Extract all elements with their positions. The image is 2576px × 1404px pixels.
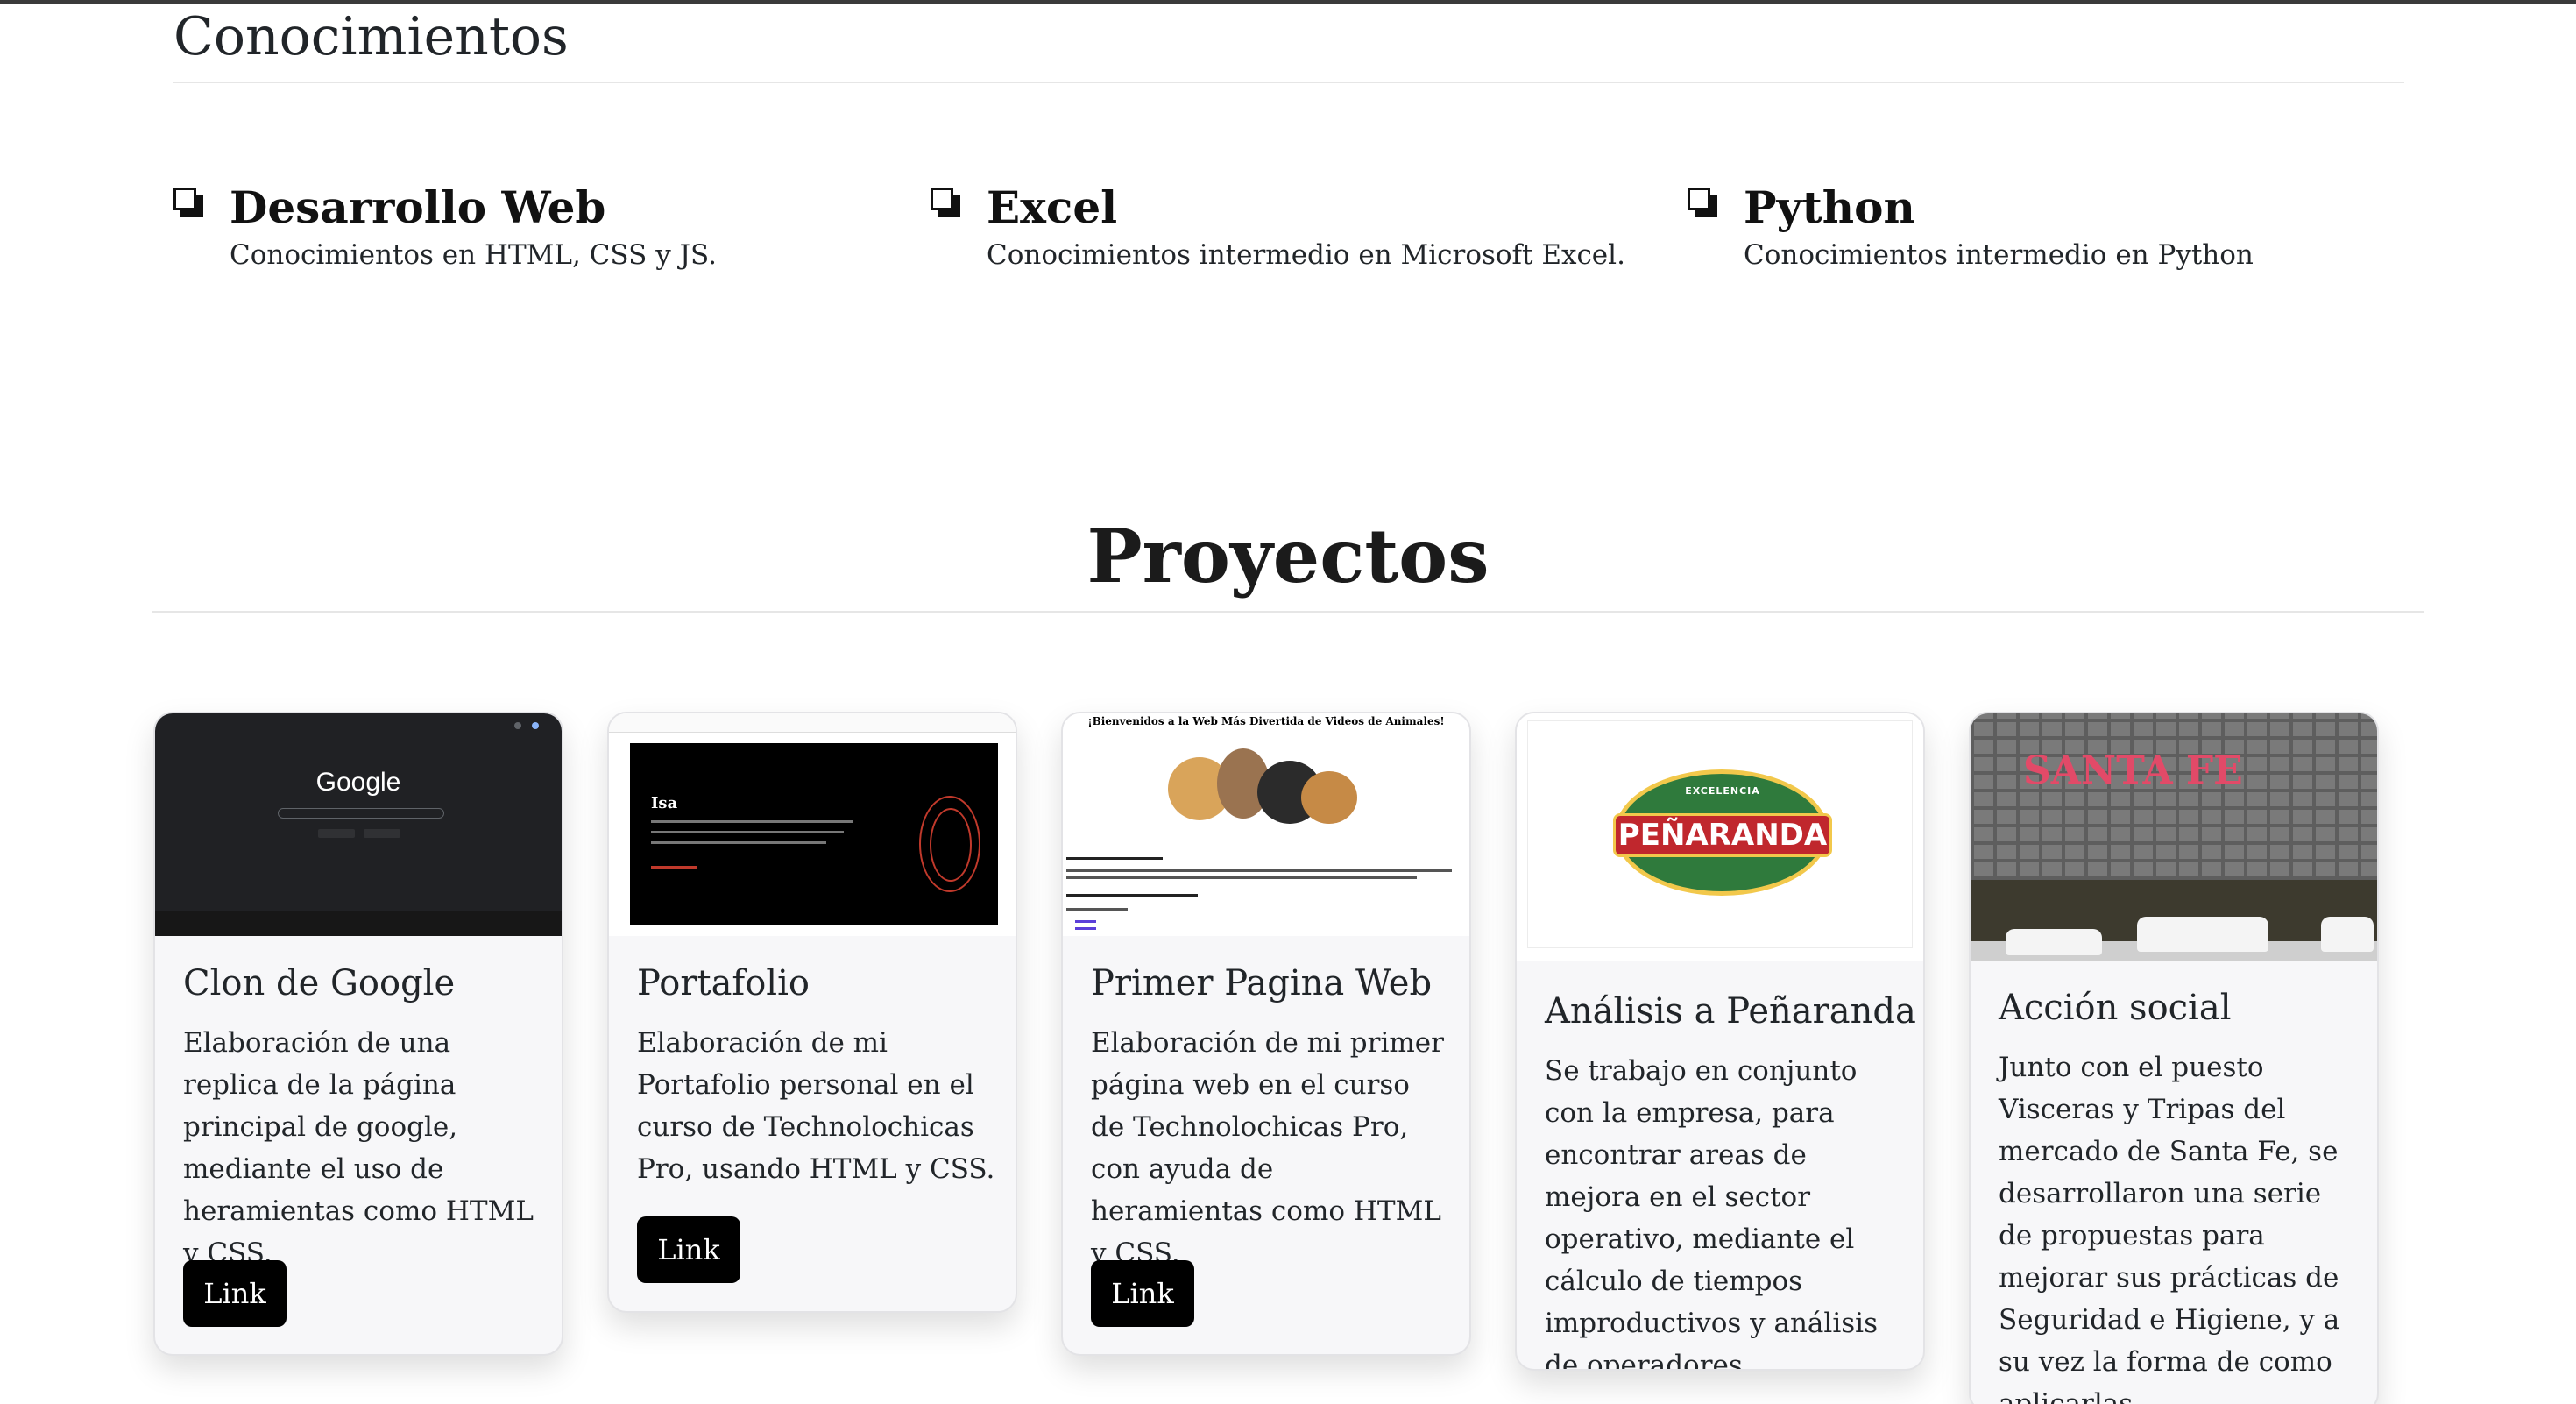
project-link-button[interactable]: Link xyxy=(637,1216,740,1283)
copy-squares-icon xyxy=(173,188,203,217)
projects-divider xyxy=(152,611,2424,613)
project-description: Elaboración de una replica de la página … xyxy=(183,1027,534,1269)
skill-title: Excel xyxy=(987,181,1118,233)
project-thumbnail: Google xyxy=(155,713,562,936)
project-card-portfolio: Isa Portafolio Elaboración de mi Portafo… xyxy=(607,712,1017,1313)
skill-title: Desarrollo Web xyxy=(230,181,606,233)
logo-subtext: EXCELENCIA xyxy=(1685,785,1760,797)
skill-description: Conocimientos intermedio en Microsoft Ex… xyxy=(987,239,1625,271)
project-description: Elaboración de mi Portafolio personal en… xyxy=(637,1027,995,1185)
project-card-social-action: SANTA FE Acción social Junto con el pues… xyxy=(1969,712,2379,1404)
project-card-penaranda: EXCELENCIA PEÑARANDA Análisis a Peñarand… xyxy=(1515,712,1925,1371)
project-description: Se trabajo en conjunto con la empresa, p… xyxy=(1545,1055,1878,1371)
skill-title: Python xyxy=(1744,181,1915,233)
knowledge-title: Conocimientos xyxy=(173,6,569,67)
project-title: Clon de Google xyxy=(183,963,456,1003)
project-thumbnail: Isa xyxy=(609,713,1016,936)
project-thumbnail: EXCELENCIA PEÑARANDA xyxy=(1517,713,1923,961)
knowledge-divider xyxy=(173,82,2404,83)
market-sign-text: SANTA FE xyxy=(2023,748,2243,793)
skill-description: Conocimientos intermedio en Python xyxy=(1744,239,2254,271)
project-thumbnail: SANTA FE xyxy=(1971,713,2377,961)
project-description: Elaboración de mi primer página web en e… xyxy=(1091,1027,1444,1269)
thumbnail-heading-text: ¡Bienvenidos a la Web Más Divertida de V… xyxy=(1087,715,1445,727)
penaranda-logo: PEÑARANDA xyxy=(1613,813,1832,857)
thumbnail-logo-text: Google xyxy=(315,768,401,797)
project-description: Junto con el puesto Visceras y Tripas de… xyxy=(1999,1052,2340,1404)
project-thumbnail: ¡Bienvenidos a la Web Más Divertida de V… xyxy=(1063,713,1469,936)
project-title: Acción social xyxy=(1999,988,2232,1028)
projects-title: Proyectos xyxy=(1086,513,1490,599)
thumbnail-name-text: Isa xyxy=(651,794,678,812)
copy-squares-icon xyxy=(931,188,960,217)
project-title: Primer Pagina Web xyxy=(1091,963,1433,1003)
project-title: Portafolio xyxy=(637,963,810,1003)
skill-description: Conocimientos en HTML, CSS y JS. xyxy=(230,239,717,271)
project-link-button[interactable]: Link xyxy=(183,1260,287,1327)
project-title: Análisis a Peñaranda xyxy=(1545,991,1916,1032)
project-link-button[interactable]: Link xyxy=(1091,1260,1194,1327)
project-card-first-webpage: ¡Bienvenidos a la Web Más Divertida de V… xyxy=(1061,712,1471,1356)
project-card-google-clone: Google Clon de Google Elaboración de una… xyxy=(153,712,563,1356)
copy-squares-icon xyxy=(1688,188,1717,217)
